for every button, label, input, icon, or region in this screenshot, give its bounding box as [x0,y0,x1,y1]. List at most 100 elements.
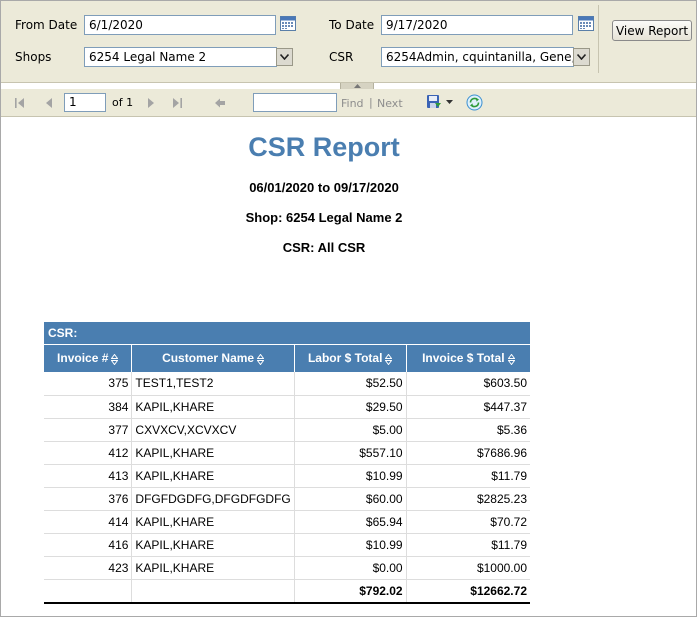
invoice-total-cell: $1000.00 [405,556,530,580]
invoice-number-cell: 412 [44,441,132,465]
labor-total-cell: $29.50 [293,395,407,419]
from-date-input[interactable]: 6/1/2020 [84,15,276,35]
previous-page-icon[interactable] [43,97,55,109]
sort-icon[interactable] [507,353,515,365]
report-toolbar: 1 of 1 Find | Next [1,89,696,117]
invoice-number-cell: 413 [44,464,132,488]
column-header-label: Invoice # [57,351,109,366]
invoice-number-cell: 423 [44,556,132,580]
csr-dropdown-button[interactable] [573,48,590,66]
shops-dropdown-button[interactable] [276,48,293,66]
csr-select[interactable]: 6254Admin, cquintanilla, Gene, ja [381,47,574,67]
back-icon[interactable] [214,97,226,109]
export-icon[interactable] [426,94,442,110]
view-report-button[interactable]: View Report [612,20,692,41]
chevron-down-icon [280,54,289,60]
totals-spacer-cell [131,579,295,604]
invoice-number-cell: 375 [44,372,132,396]
calendar-icon[interactable] [280,15,296,31]
invoice-grand-total: $12662.72 [405,579,530,604]
from-date-label: From Date [15,18,78,32]
labor-total-cell: $557.10 [293,441,407,465]
column-header-label: Labor $ Total [307,351,383,366]
find-link[interactable]: Find [341,97,364,110]
report-viewer: From Date 6/1/2020 To Date 9/17/2020 Sho… [0,0,697,617]
invoice-total-cell: $2825.23 [405,487,530,511]
invoice-number-cell: 376 [44,487,132,511]
customer-name-cell: KAPIL,KHARE [131,441,295,465]
customer-name-cell: TEST1,TEST2 [131,372,295,396]
table-row: 423 KAPIL,KHARE $0.00 $1000.00 [44,556,530,580]
last-page-icon[interactable] [171,97,183,109]
csr-label: CSR [329,50,354,64]
labor-total-cell: $65.94 [293,510,407,534]
report-csr-line: CSR: All CSR [282,240,366,255]
sort-icon[interactable] [385,353,393,365]
table-row: 414 KAPIL,KHARE $65.94 $70.72 [44,510,530,534]
table-row: 377 CXVXCV,XCVXCV $5.00 $5.36 [44,418,530,442]
table-header: Invoice # Customer Name Labor $ Total In… [44,344,530,372]
table-row: 416 KAPIL,KHARE $10.99 $11.79 [44,533,530,557]
csr-group-header: CSR: [44,322,530,345]
customer-name-cell: KAPIL,KHARE [131,510,295,534]
parameters-panel: From Date 6/1/2020 To Date 9/17/2020 Sho… [1,1,696,83]
invoice-number-cell: 384 [44,395,132,419]
find-separator: | [369,96,373,109]
customer-name-cell: CXVXCV,XCVXCV [131,418,295,442]
invoice-number-cell: 416 [44,533,132,557]
totals-spacer-cell [44,579,132,604]
invoice-number-cell: 414 [44,510,132,534]
sort-icon[interactable] [111,353,119,365]
column-header-invoice[interactable]: Invoice # [44,344,132,372]
chevron-down-icon [577,54,586,60]
shops-label: Shops [15,50,52,64]
calendar-icon[interactable] [578,15,594,31]
shops-select[interactable]: 6254 Legal Name 2 [84,47,277,67]
customer-name-cell: KAPIL,KHARE [131,556,295,580]
report-date-range: 06/01/2020 to 09/17/2020 [249,180,399,195]
column-header-label: Invoice $ Total [422,351,505,366]
find-next-link[interactable]: Next [377,97,403,110]
column-header-invoice-total[interactable]: Invoice $ Total [405,344,530,372]
column-header-label: Customer Name [162,351,255,366]
labor-total-cell: $5.00 [293,418,407,442]
invoice-total-cell: $5.36 [405,418,530,442]
customer-name-cell: DFGFDGDFG,DFGDFGDFG [131,487,295,511]
next-page-icon[interactable] [145,97,157,109]
column-header-labor[interactable]: Labor $ Total [293,344,407,372]
find-text-input[interactable] [253,93,337,112]
export-dropdown-icon[interactable] [446,100,453,104]
table-row: 376 DFGFDGDFG,DFGDFGDFG $60.00 $2825.23 [44,487,530,511]
invoice-number-cell: 377 [44,418,132,442]
panel-divider [598,5,599,73]
labor-grand-total: $792.02 [293,579,407,604]
csr-report-table: CSR: Invoice # Customer Name Labor $ Tot… [44,322,530,604]
labor-total-cell: $10.99 [293,533,407,557]
totals-row: $792.02 $12662.72 [44,579,530,604]
report-shop-line: Shop: 6254 Legal Name 2 [245,210,403,225]
chevron-up-icon [353,84,361,88]
report-title: CSR Report [248,132,400,162]
page-number-input[interactable]: 1 [64,93,106,112]
sort-icon[interactable] [257,353,265,365]
column-header-customer[interactable]: Customer Name [131,344,295,372]
invoice-total-cell: $70.72 [405,510,530,534]
invoice-total-cell: $447.37 [405,395,530,419]
customer-name-cell: KAPIL,KHARE [131,533,295,557]
customer-name-cell: KAPIL,KHARE [131,464,295,488]
page-count-label: of 1 [112,96,134,109]
table-row: 413 KAPIL,KHARE $10.99 $11.79 [44,464,530,488]
table-row: 412 KAPIL,KHARE $557.10 $7686.96 [44,441,530,465]
labor-total-cell: $0.00 [293,556,407,580]
first-page-icon[interactable] [14,97,26,109]
invoice-total-cell: $7686.96 [405,441,530,465]
labor-total-cell: $52.50 [293,372,407,396]
csr-group-label: CSR: [44,322,530,345]
to-date-input[interactable]: 9/17/2020 [381,15,573,35]
to-date-label: To Date [329,18,375,32]
labor-total-cell: $10.99 [293,464,407,488]
invoice-total-cell: $11.79 [405,464,530,488]
table-row: 375 TEST1,TEST2 $52.50 $603.50 [44,372,530,396]
invoice-total-cell: $11.79 [405,533,530,557]
refresh-icon[interactable] [466,94,483,111]
